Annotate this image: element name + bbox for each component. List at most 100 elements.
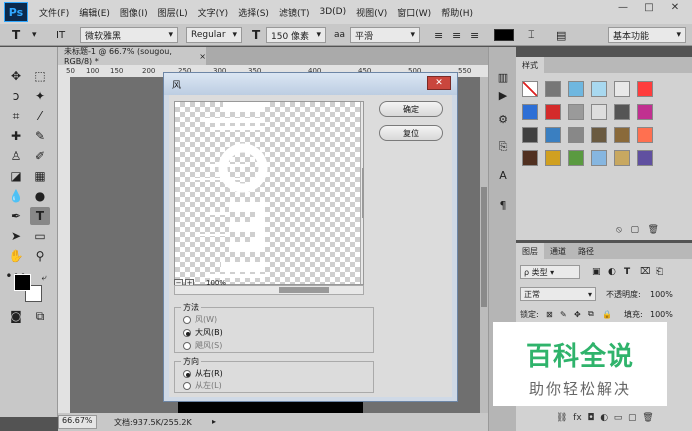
rectangle-tool-icon[interactable]: ▭ <box>30 227 50 245</box>
minimize-button[interactable]: — <box>610 0 636 14</box>
text-orientation-icon[interactable]: IT <box>56 27 65 43</box>
properties-panel-icon[interactable]: ⚙ <box>494 111 512 127</box>
paragraph-panel-icon[interactable]: ¶ <box>494 197 512 213</box>
preview-horizontal-scrollbar[interactable] <box>174 285 364 295</box>
brush-tool-icon[interactable]: ✎ <box>30 127 50 145</box>
marquee-tool-icon[interactable]: ⬚ <box>30 67 50 85</box>
warp-text-icon[interactable]: ⌶ <box>528 27 535 43</box>
style-swatch[interactable] <box>614 150 630 166</box>
filter-shape-icon[interactable]: ⌧ <box>640 265 650 279</box>
dodge-tool-icon[interactable]: ● <box>30 187 50 205</box>
menu-image[interactable]: 图像(I) <box>115 6 153 19</box>
tab-channels[interactable]: 通道 <box>544 243 572 259</box>
dialog-close-button[interactable]: ✕ <box>427 76 451 90</box>
lock-all-icon[interactable]: 🔒 <box>602 307 612 321</box>
gradient-tool-icon[interactable]: ▦ <box>30 167 50 185</box>
menu-edit[interactable]: 编辑(E) <box>74 6 115 19</box>
style-swatch[interactable] <box>637 150 653 166</box>
chevron-right-icon[interactable]: ▸ <box>212 417 216 426</box>
character-panel-icon[interactable]: A <box>494 167 512 183</box>
lasso-tool-icon[interactable]: ↄ <box>6 87 26 105</box>
style-swatch[interactable] <box>591 127 607 143</box>
style-swatch[interactable] <box>522 104 538 120</box>
filter-type-icon[interactable]: T <box>624 265 630 279</box>
style-swatch[interactable] <box>637 81 653 97</box>
workspace-select[interactable]: 基本功能 ▾ <box>608 27 686 43</box>
eyedropper-icon[interactable]: ⁄ <box>30 107 50 125</box>
antialias-select[interactable]: 平滑 ▾ <box>350 27 420 43</box>
style-swatch[interactable] <box>591 81 607 97</box>
method-wind-radio[interactable]: 风(W) <box>183 314 217 325</box>
filter-preview[interactable] <box>174 101 364 285</box>
style-swatch[interactable] <box>545 127 561 143</box>
opacity-value[interactable]: 100% <box>650 287 673 301</box>
style-swatch[interactable] <box>614 81 630 97</box>
font-family-select[interactable]: 微软雅黑 ▾ <box>80 27 178 43</box>
blur-tool-icon[interactable]: 💧 <box>6 187 26 205</box>
style-swatch[interactable] <box>614 127 630 143</box>
menu-filter[interactable]: 滤镜(T) <box>274 6 315 19</box>
lock-artboard-icon[interactable]: ⧉ <box>588 307 594 321</box>
menu-type[interactable]: 文字(Y) <box>193 6 234 19</box>
style-swatch[interactable] <box>545 150 561 166</box>
blend-mode-select[interactable]: 正常 ▾ <box>520 287 596 301</box>
foreground-color-swatch[interactable] <box>14 274 31 291</box>
path-selection-icon[interactable]: ➤ <box>6 227 26 245</box>
style-swatch[interactable] <box>614 104 630 120</box>
reset-button[interactable]: 复位 <box>379 125 443 141</box>
crop-tool-icon[interactable]: ⌗ <box>6 107 26 125</box>
tab-paths[interactable]: 路径 <box>572 243 600 259</box>
filter-adjust-icon[interactable]: ◐ <box>608 265 616 279</box>
style-swatch[interactable] <box>568 81 584 97</box>
dialog-titlebar[interactable]: 风 ✕ <box>164 73 457 95</box>
direction-left-radio[interactable]: 从左(L) <box>183 380 222 391</box>
history-panel-icon[interactable]: ▥ <box>494 69 512 85</box>
magic-wand-icon[interactable]: ✦ <box>30 87 50 105</box>
font-style-select[interactable]: Regular ▾ <box>186 27 242 43</box>
type-tool-icon[interactable]: T <box>30 207 50 225</box>
filter-smart-icon[interactable]: ⎗ <box>656 265 663 279</box>
preview-vertical-scrollbar[interactable] <box>360 102 363 284</box>
actions-panel-icon[interactable]: ▶ <box>494 87 512 103</box>
style-swatch[interactable] <box>522 150 538 166</box>
quick-mask-icon[interactable]: ◙ <box>6 307 26 325</box>
style-swatch[interactable] <box>568 104 584 120</box>
pen-tool-icon[interactable]: ✒ <box>6 207 26 225</box>
text-tool-preset-icon[interactable]: T <box>12 27 20 43</box>
tab-styles[interactable]: 样式 <box>516 57 544 73</box>
style-swatch[interactable] <box>568 127 584 143</box>
eraser-tool-icon[interactable]: ◪ <box>6 167 26 185</box>
method-stagger-radio[interactable]: 飓风(S) <box>183 340 222 351</box>
style-swatch[interactable] <box>591 150 607 166</box>
style-swatch[interactable] <box>637 104 653 120</box>
chevron-down-icon[interactable]: ▾ <box>32 27 37 43</box>
style-swatch[interactable] <box>545 81 561 97</box>
style-swatch[interactable] <box>637 127 653 143</box>
style-swatch[interactable] <box>545 104 561 120</box>
history-brush-icon[interactable]: ✐ <box>30 147 50 165</box>
menu-help[interactable]: 帮助(H) <box>436 6 478 19</box>
method-blast-radio[interactable]: 大风(B) <box>183 327 223 338</box>
clone-stamp-icon[interactable]: ♙ <box>6 147 26 165</box>
canvas-vertical-scrollbar[interactable] <box>480 77 488 413</box>
align-right-icon[interactable]: ≡ <box>470 27 479 43</box>
ok-button[interactable]: 确定 <box>379 101 443 117</box>
style-swatch[interactable] <box>568 150 584 166</box>
menu-file[interactable]: 文件(F) <box>34 6 74 19</box>
fill-value[interactable]: 100% <box>650 307 673 321</box>
font-size-select[interactable]: 150 像素 ▾ <box>266 27 326 43</box>
tab-layers[interactable]: 图层 <box>516 243 544 259</box>
close-window-button[interactable]: ✕ <box>662 0 688 14</box>
close-tab-icon[interactable]: × <box>199 52 206 61</box>
text-color-swatch[interactable] <box>494 29 514 41</box>
toggle-panels-icon[interactable]: ▤ <box>556 27 566 43</box>
swap-colors-icon[interactable]: ⤶ <box>34 269 54 287</box>
menu-select[interactable]: 选择(S) <box>233 6 274 19</box>
hand-tool-icon[interactable]: ✋ <box>6 247 26 265</box>
lock-pixels-icon[interactable]: ⊠ <box>546 307 553 321</box>
menu-window[interactable]: 窗口(W) <box>392 6 436 19</box>
menu-view[interactable]: 视图(V) <box>351 6 392 19</box>
lock-paint-icon[interactable]: ✎ <box>560 307 567 321</box>
style-swatch[interactable] <box>522 81 538 97</box>
clone-source-icon[interactable]: ⎘ <box>494 139 512 155</box>
